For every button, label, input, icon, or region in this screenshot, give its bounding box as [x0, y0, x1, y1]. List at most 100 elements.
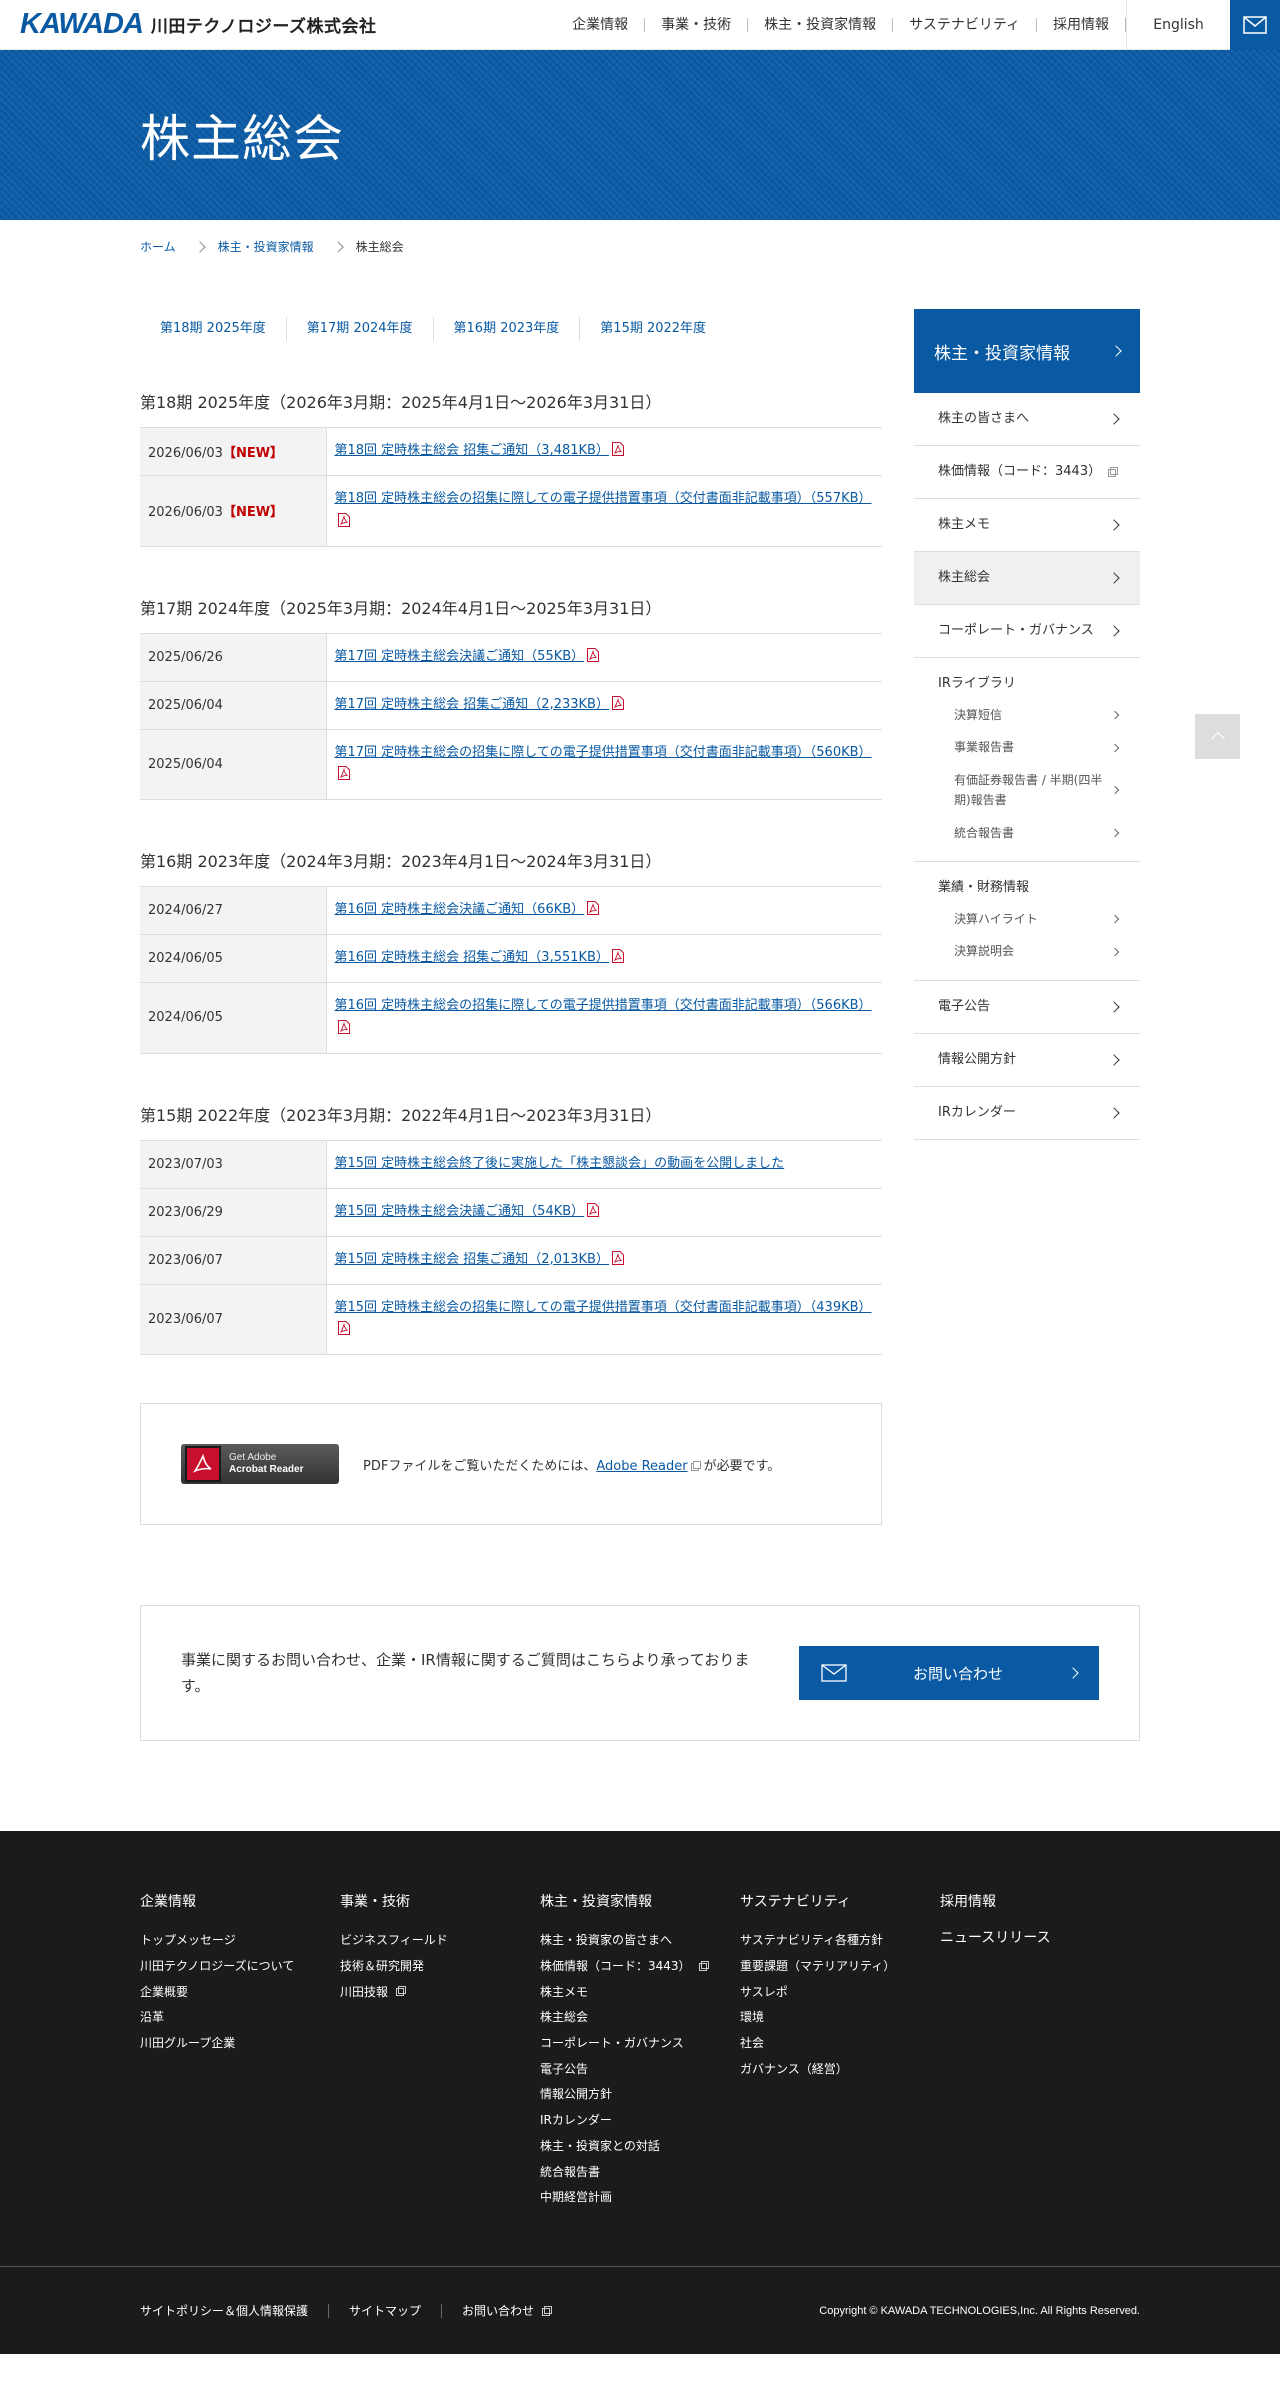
footer-column-head[interactable]: 株主・投資家情報 — [540, 1891, 740, 1911]
chevron-right-icon — [1110, 914, 1120, 924]
get-adobe-reader-badge[interactable]: Get Adobe Acrobat Reader — [181, 1444, 339, 1484]
fiscal-year-title: 第15期 2022年度（2023年3月期：2022年4月1日～2023年3月31… — [140, 1105, 662, 1125]
footer-bottom-link[interactable]: お問い合わせ — [442, 2304, 572, 2318]
footer-link[interactable]: 統合報告書 — [540, 2158, 740, 2184]
document-link[interactable]: 第15回 定時株主総会終了後に実施した「株主懇談会」の動画を公開しました — [335, 1156, 785, 1171]
sidebar-subitem[interactable]: 統合報告書 — [914, 817, 1140, 849]
footer-bottom-link[interactable]: サイトマップ — [329, 2303, 443, 2318]
sidebar-subitem[interactable]: 事業報告書 — [914, 731, 1140, 763]
site-logo[interactable]: KAWADA 川田テクノロジーズ株式会社 — [0, 0, 377, 50]
footer-link[interactable]: 沿革 — [140, 2004, 340, 2030]
sidebar-item[interactable]: 株主の皆さまへ — [914, 393, 1140, 446]
gnav-item-business[interactable]: 事業・技術 — [645, 17, 749, 32]
sidebar-group-performance: 業績・財務情報 決算ハイライト 決算説明会 — [914, 862, 1140, 981]
document-link[interactable]: 第18回 定時株主総会の招集に際しての電子提供措置事項（交付書面非記載事項）（5… — [335, 491, 872, 506]
page-title: 株主総会 — [140, 110, 344, 168]
document-link[interactable]: 第17回 定時株主総会の招集に際しての電子提供措置事項（交付書面非記載事項）（5… — [335, 745, 872, 760]
footer-link[interactable]: 社会 — [740, 2030, 940, 2056]
gnav-item-ir[interactable]: 株主・投資家情報 — [748, 17, 894, 32]
contact-box: 事業に関するお問い合わせ、企業・IR情報に関するご質問はこちらより承っております… — [140, 1605, 1140, 1741]
adobe-reader-link[interactable]: Adobe Reader — [596, 1459, 687, 1474]
sidebar-item[interactable]: 株価情報（コード：3443） — [914, 446, 1140, 499]
new-badge: 【NEW】 — [222, 446, 284, 461]
sidebar-subitem[interactable]: 有価証券報告書 / 半期(四半期)報告書 — [914, 764, 1140, 817]
footer-link[interactable]: 株主・投資家の皆さまへ — [540, 1927, 740, 1953]
footer-link[interactable]: 情報公開方針 — [540, 2081, 740, 2107]
chevron-right-icon — [193, 240, 206, 253]
table-row: 2024/06/05 第16回 定時株主総会の招集に際しての電子提供措置事項（交付… — [140, 982, 882, 1053]
footer-link[interactable]: 環境 — [740, 2004, 940, 2030]
fiscal-year-section: 第17期 2024年度（2025年3月期：2024年4月1日～2025年3月31… — [140, 595, 882, 801]
anchor-fy17[interactable]: 第17期 2024年度 — [287, 317, 434, 341]
table-row: 2025/06/26 第17回 定時株主総会決議ご通知（55KB） — [140, 633, 882, 681]
document-link[interactable]: 第17回 定時株主総会 招集ご通知（2,233KB） — [335, 697, 609, 712]
document-link[interactable]: 第15回 定時株主総会 招集ご通知（2,013KB） — [335, 1252, 609, 1267]
footer-link[interactable]: 中期経営計画 — [540, 2184, 740, 2210]
footer-link[interactable]: ガバナンス（経営） — [740, 2055, 940, 2081]
contact-button[interactable]: お問い合わせ — [799, 1646, 1099, 1700]
sidebar-subitem[interactable]: 決算説明会 — [914, 935, 1140, 967]
document-link[interactable]: 第16回 定時株主総会決議ご通知（66KB） — [335, 902, 585, 917]
footer-link[interactable]: サステナビリティ各種方針 — [740, 1927, 940, 1953]
anchor-fy15[interactable]: 第15期 2022年度 — [580, 317, 726, 341]
chevron-right-icon — [1108, 1054, 1120, 1066]
sidebar-subitem[interactable]: 決算ハイライト — [914, 903, 1140, 935]
fiscal-year-section: 第15期 2022年度（2023年3月期：2022年4月1日～2023年3月31… — [140, 1102, 882, 1356]
document-link[interactable]: 第15回 定時株主総会の招集に際しての電子提供措置事項（交付書面非記載事項）（4… — [335, 1300, 872, 1315]
footer-column-head[interactable]: サステナビリティ — [740, 1891, 940, 1911]
footer-link[interactable]: 株主総会 — [540, 2004, 740, 2030]
mail-button[interactable] — [1230, 0, 1280, 50]
chevron-right-icon — [1110, 785, 1120, 795]
sidebar-item[interactable]: 株主メモ — [914, 499, 1140, 552]
document-link[interactable]: 第15回 定時株主総会決議ご通知（54KB） — [335, 1204, 585, 1219]
chevron-right-icon — [1110, 947, 1120, 956]
footer-link[interactable]: 株価情報（コード：3443） — [540, 1953, 740, 1979]
footer-link[interactable]: トップメッセージ — [140, 1927, 340, 1953]
footer-link[interactable]: サスレポ — [740, 1978, 940, 2004]
footer-link[interactable]: 電子公告 — [540, 2055, 740, 2081]
breadcrumb-home[interactable]: ホーム — [140, 238, 176, 255]
table-row: 2023/06/07 第15回 定時株主総会の招集に際しての電子提供措置事項（交付… — [140, 1284, 882, 1355]
document-link[interactable]: 第16回 定時株主総会 招集ご通知（3,551KB） — [335, 950, 609, 965]
sidebar-item[interactable]: IRカレンダー — [914, 1087, 1140, 1140]
english-button[interactable]: English — [1126, 0, 1230, 50]
footer-link[interactable]: 川田グループ企業 — [140, 2030, 340, 2056]
sidebar-subitem[interactable]: 決算短信 — [914, 699, 1140, 731]
table-row: 2023/07/03 第15回 定時株主総会終了後に実施した「株主懇談会」の動画を… — [140, 1140, 882, 1188]
new-badge: 【NEW】 — [222, 505, 284, 521]
footer-link[interactable]: コーポレート・ガバナンス — [540, 2030, 740, 2056]
document-table: 2025/06/26 第17回 定時株主総会決議ご通知（55KB） 2025/06/… — [140, 632, 882, 801]
footer-link[interactable]: 川田テクノロジーズについて — [140, 1953, 340, 1979]
footer-link[interactable]: 川田技報 — [340, 1978, 540, 2004]
footer-link[interactable]: 株主メモ — [540, 1978, 740, 2004]
adobe-reader-notice: Get Adobe Acrobat Reader PDFファイルをご覧いただくた… — [140, 1403, 882, 1525]
footer-link[interactable]: ビジネスフィールド — [340, 1927, 540, 1953]
sidebar-head-ir[interactable]: 株主・投資家情報 — [914, 309, 1140, 393]
breadcrumb-ir[interactable]: 株主・投資家情報 — [218, 238, 314, 255]
external-link-icon — [396, 1986, 407, 1997]
footer-column-head[interactable]: 採用情報 — [940, 1891, 1140, 1911]
footer-column-head[interactable]: 企業情報 — [140, 1891, 340, 1911]
sidebar-item[interactable]: 株主総会 — [914, 552, 1140, 605]
footer-link[interactable]: 重要課題（マテリアリティ） — [740, 1953, 940, 1979]
footer-link[interactable]: IRカレンダー — [540, 2107, 740, 2133]
footer-column-head[interactable]: 事業・技術 — [340, 1891, 540, 1911]
anchor-fy18[interactable]: 第18期 2025年度 — [140, 317, 287, 341]
sidebar-item[interactable]: コーポレート・ガバナンス — [914, 605, 1140, 658]
gnav-item-company[interactable]: 企業情報 — [556, 17, 646, 32]
footer-link[interactable]: 企業概要 — [140, 1978, 340, 2004]
sidebar-item[interactable]: 電子公告 — [914, 981, 1140, 1034]
gnav-item-recruit[interactable]: 採用情報 — [1037, 17, 1126, 32]
footer-link[interactable]: 技術＆研究開発 — [340, 1953, 540, 1979]
anchor-fy16[interactable]: 第16期 2023年度 — [434, 317, 581, 341]
sidebar-item[interactable]: 情報公開方針 — [914, 1034, 1140, 1087]
document-link[interactable]: 第16回 定時株主総会の招集に際しての電子提供措置事項（交付書面非記載事項）（5… — [335, 998, 872, 1013]
sidebar-group-ir-library: IRライブラリ 決算短信 事業報告書 有価証券報告書 / 半期(四半期)報告書 統合報… — [914, 658, 1140, 862]
footer-column-head[interactable]: ニュースリリース — [940, 1927, 1140, 1947]
footer-link[interactable]: 株主・投資家との対話 — [540, 2133, 740, 2159]
gnav-item-sustainability[interactable]: サステナビリティ — [893, 17, 1037, 32]
document-link[interactable]: 第18回 定時株主総会 招集ご通知（3,481KB） — [335, 443, 609, 458]
footer-bottom-link[interactable]: サイトポリシー＆個人情報保護 — [140, 2303, 330, 2318]
document-link[interactable]: 第17回 定時株主総会決議ご通知（55KB） — [335, 649, 585, 664]
page-top-button[interactable] — [1195, 714, 1240, 759]
